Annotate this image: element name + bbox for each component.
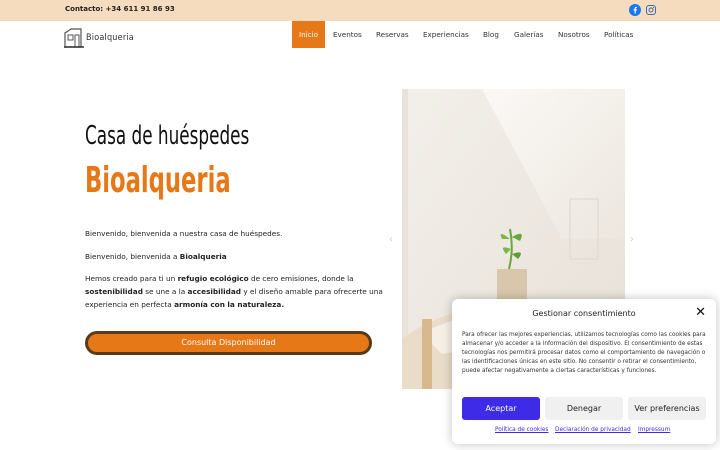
instagram-icon[interactable] — [645, 4, 657, 16]
intro-paragraph-2: Bienvenido, bienvenida a Bioalqueria — [85, 251, 385, 264]
nav-galerias[interactable]: Galerías — [507, 21, 551, 48]
hero-brand: Bioalqueria — [85, 160, 231, 201]
p3-a: Hemos creado para ti un — [85, 274, 178, 283]
impressum-link[interactable]: Impressum — [638, 427, 670, 433]
cookie-consent-dialog: Gestionar consentimiento ✕ Para ofrecer … — [452, 299, 716, 444]
nav-experiencias[interactable]: Experiencias — [416, 21, 476, 48]
preferences-button[interactable]: Ver preferencias — [628, 397, 706, 420]
facebook-icon[interactable] — [629, 4, 641, 16]
nav-politicas[interactable]: Políticas — [597, 21, 640, 48]
check-availability-button[interactable]: Consulta Disponibilidad — [85, 331, 372, 355]
consent-body: Para ofrecer las mejores experiencias, u… — [462, 332, 706, 374]
nav-eventos[interactable]: Eventos — [326, 21, 369, 48]
accept-button[interactable]: Aceptar — [462, 397, 540, 420]
deny-button[interactable]: Denegar — [545, 397, 623, 420]
contact-phone[interactable]: Contacto: +34 611 91 86 93 — [65, 5, 175, 13]
top-bar: Contacto: +34 611 91 86 93 — [0, 0, 720, 21]
nav-nosotros[interactable]: Nosotros — [551, 21, 597, 48]
logo-text: Bioalqueria — [86, 33, 134, 43]
consent-title: Gestionar consentimiento — [532, 309, 636, 318]
close-icon[interactable]: ✕ — [695, 305, 706, 320]
site-logo[interactable]: Bioalqueria — [63, 27, 135, 51]
p3-e: se une a la — [142, 286, 188, 296]
nav-inicio[interactable]: Inicio — [292, 21, 326, 48]
p2-bold: Bioalqueria — [179, 252, 227, 261]
carousel-prev-icon[interactable]: ‹ — [389, 234, 393, 245]
p3-f: accesibilidad — [187, 286, 242, 296]
site-header: Bioalqueria Inicio Eventos Reservas Expe… — [0, 21, 720, 51]
house-logo-icon — [64, 28, 84, 48]
p3-h: armonía con la naturaleza. — [174, 299, 285, 309]
intro-paragraph-3: Hemos creado para ti un refugio ecológic… — [85, 273, 385, 311]
carousel-next-icon[interactable]: › — [630, 234, 634, 245]
cookie-policy-link[interactable]: Política de cookies — [495, 427, 548, 433]
p3-b: refugio ecológico — [177, 274, 249, 283]
p3-c: de cero emisiones, donde la — [248, 274, 354, 283]
p3-d: sostenibilidad — [85, 286, 143, 296]
p2-text: Bienvenido, bienvenida a — [85, 252, 180, 261]
privacy-statement-link[interactable]: Declaración de privacidad — [555, 427, 631, 433]
nav-reservas[interactable]: Reservas — [369, 21, 416, 48]
nav-blog[interactable]: Blog — [476, 21, 506, 48]
intro-paragraph-1: Bienvenido, bienvenida a nuestra casa de… — [85, 229, 283, 238]
hero-title: Casa de huéspedes — [85, 121, 250, 151]
